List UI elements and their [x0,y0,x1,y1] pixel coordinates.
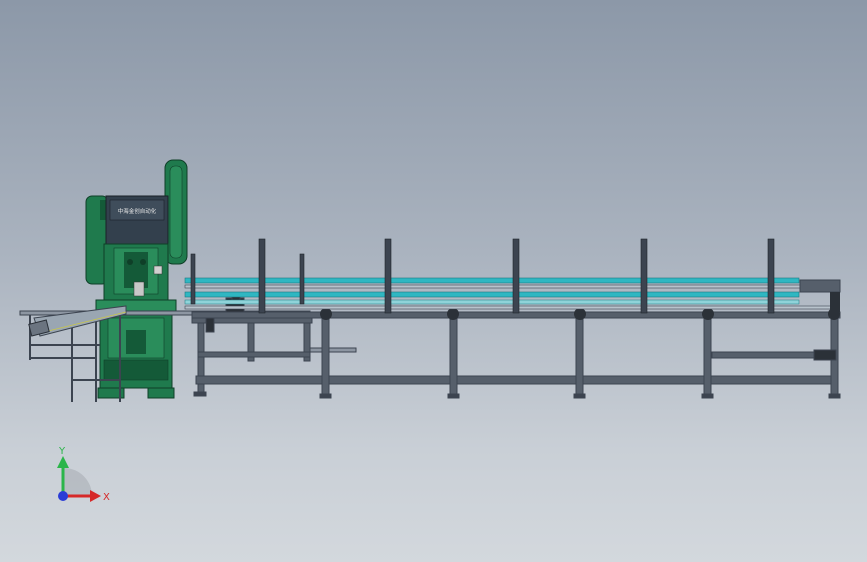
punch-press: 中海金创自动化 [85,159,188,399]
x-axis-label: X [103,492,110,503]
press-foot-right [147,387,175,399]
frame-leg [703,317,712,395]
conveyor-end-stop [799,279,841,293]
cad-viewport[interactable]: 中海金创自动化 Y X [0,0,867,562]
frame-leg [449,317,458,395]
frame-leg [321,317,330,395]
y-axis-label: Y [58,446,66,457]
frame-leg [575,317,584,395]
coordinate-triad: Y X [57,446,110,503]
triad-arc [64,468,92,496]
origin-icon [58,491,68,501]
conveyor-rails [184,277,841,312]
press-nameplate: 中海金创自动化 [118,207,157,215]
